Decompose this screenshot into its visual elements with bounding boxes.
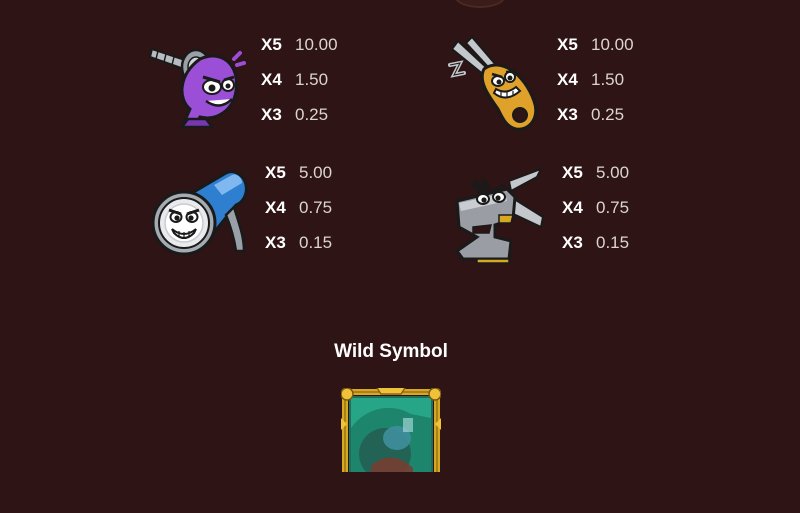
blue-flashlight-icon <box>151 165 252 274</box>
gold-pliers-icon <box>444 35 544 140</box>
payout-row-x4: X4 1.50 <box>261 70 328 90</box>
paytable-entry-purple-drill: X5 10.00 X4 1.50 X3 0.25 <box>148 35 348 135</box>
payout-value: 10.00 <box>295 35 338 54</box>
payout-row-x4: X4 0.75 <box>265 198 332 218</box>
payout-row-x4: X4 0.75 <box>562 198 629 218</box>
payout-value: 1.50 <box>295 70 329 89</box>
payout-row-x5: X5 5.00 <box>265 163 332 183</box>
payout-multiplier: X3 <box>265 233 286 252</box>
payout-multiplier: X4 <box>265 198 286 217</box>
payout-multiplier: X5 <box>265 163 286 182</box>
payout-multiplier: X3 <box>557 105 578 124</box>
paytable-entry-grey-vise: X5 5.00 X4 0.75 X3 0.15 <box>449 163 649 273</box>
payout-value: 0.15 <box>299 233 333 252</box>
purple-drill-icon <box>148 35 248 140</box>
grey-vise-icon <box>449 167 549 272</box>
payout-multiplier: X5 <box>562 163 583 182</box>
payout-value: 5.00 <box>299 163 333 182</box>
paytable-entry-gold-pliers: X5 10.00 X4 1.50 X3 0.25 <box>444 35 644 135</box>
payout-multiplier: X4 <box>562 198 583 217</box>
payout-row-x3: X3 0.25 <box>261 105 328 125</box>
payout-value: 1.50 <box>591 70 625 89</box>
payout-multiplier: X3 <box>562 233 583 252</box>
payout-value: 0.25 <box>591 105 625 124</box>
payout-multiplier: X3 <box>261 105 282 124</box>
wild-symbol-title: Wild Symbol <box>334 341 448 362</box>
payout-value: 0.75 <box>596 198 630 217</box>
payout-row-x5: X5 10.00 <box>557 35 634 55</box>
payout-row-x3: X3 0.25 <box>557 105 624 125</box>
payout-multiplier: X5 <box>261 35 282 54</box>
payout-value: 10.00 <box>591 35 634 54</box>
payout-row-x3: X3 0.15 <box>562 233 629 253</box>
previous-section-edge <box>455 0 505 8</box>
payout-value: 0.75 <box>299 198 333 217</box>
payout-row-x3: X3 0.15 <box>265 233 332 253</box>
payout-multiplier: X4 <box>557 70 578 89</box>
wild-frame-icon <box>340 385 442 483</box>
payout-row-x5: X5 10.00 <box>261 35 338 55</box>
payout-value: 0.25 <box>295 105 329 124</box>
payout-row-x4: X4 1.50 <box>557 70 624 90</box>
payout-multiplier: X5 <box>557 35 578 54</box>
payout-value: 5.00 <box>596 163 630 182</box>
payout-row-x5: X5 5.00 <box>562 163 629 183</box>
payout-multiplier: X4 <box>261 70 282 89</box>
payout-value: 0.15 <box>596 233 630 252</box>
paytable-entry-blue-flashlight: X5 5.00 X4 0.75 X3 0.15 <box>151 163 352 274</box>
